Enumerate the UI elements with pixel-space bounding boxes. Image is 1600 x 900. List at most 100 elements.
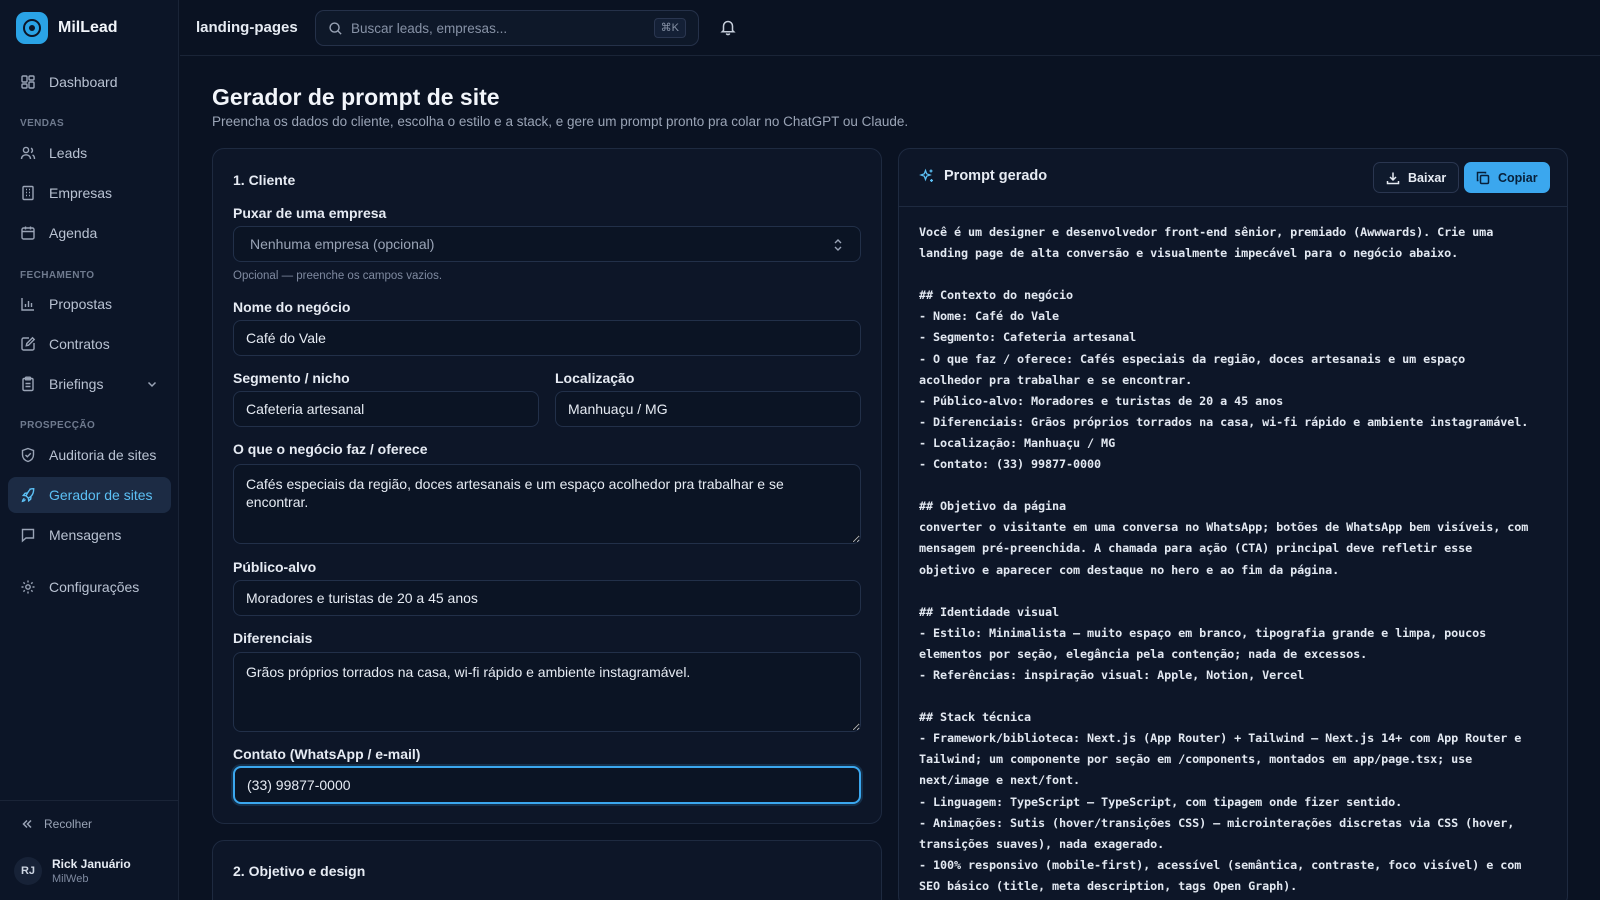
prompt-title: Prompt gerado [919, 168, 1047, 184]
audience-input[interactable] [233, 580, 861, 616]
users-icon [20, 146, 36, 160]
business-name-input[interactable] [233, 320, 861, 356]
message-icon [21, 528, 35, 543]
location-input[interactable] [555, 391, 861, 427]
prompt-line: - Linguagem: TypeScript — TypeScript, co… [919, 794, 1403, 809]
brand-logo-icon [16, 12, 48, 44]
copy-button[interactable]: Copiar [1464, 162, 1550, 193]
sidebar-item-label: Mensagens [49, 527, 122, 543]
breadcrumb[interactable]: landing-pages [196, 19, 298, 36]
edit-document-icon [21, 336, 36, 351]
prompt-line: - O que faz / oferece: Cafés especiais d… [919, 351, 1466, 366]
sidebar-item-gerador[interactable]: Gerador de sites [8, 477, 171, 513]
sidebar-footer: Recolher RJ Rick Januário MilWeb [0, 800, 179, 900]
prompt-line: landing page de alta conversão e visualm… [919, 246, 1459, 261]
prompt-line: - Framework/biblioteca: Next.js (App Rou… [919, 731, 1522, 746]
prompt-line: Tailwind; um componente por seção em /co… [919, 752, 1473, 767]
sidebar-item-empresas[interactable]: Empresas [8, 175, 171, 211]
nav-section-prospeccao: PROSPECÇÃO [20, 420, 96, 431]
sidebar: MilLead Dashboard VENDAS Leads Empresas … [0, 0, 179, 900]
company-hint: Opcional — preenche os campos vazios. [233, 270, 443, 282]
chevron-updown-icon [834, 239, 842, 251]
audience-label: Público-alvo [233, 559, 317, 575]
prompt-line [919, 264, 1559, 285]
sidebar-item-propostas[interactable]: Propostas [8, 286, 171, 322]
prompt-line: - Animações: Sutis (hover/transições CSS… [919, 815, 1515, 830]
bell-icon[interactable] [719, 18, 737, 36]
download-button[interactable]: Baixar [1373, 162, 1460, 193]
sparkles-icon [919, 168, 933, 182]
download-icon [1386, 172, 1400, 184]
prompt-line: ## Contexto do negócio [919, 288, 1074, 303]
clipboard-icon [22, 376, 34, 392]
company-select-value: Nenhuma empresa (opcional) [250, 236, 435, 252]
differentials-label: Diferenciais [233, 630, 313, 646]
search-box[interactable]: ⌘K [315, 10, 699, 46]
sidebar-item-label: Auditoria de sites [49, 447, 157, 463]
prompt-line: - Nome: Café do Vale [919, 309, 1060, 324]
company-label: Puxar de uma empresa [233, 205, 387, 221]
shortcut-badge: ⌘K [653, 18, 686, 38]
prompt-header: Prompt gerado Baixar Copiar [899, 149, 1567, 207]
prompt-line: - Referências: inspiração visual: Apple,… [919, 667, 1305, 682]
building-icon [22, 185, 34, 201]
client-form-card: 1. Cliente Puxar de uma empresa Nenhuma … [212, 148, 882, 824]
sidebar-item-briefings[interactable]: Briefings [8, 366, 171, 402]
sidebar-item-agenda[interactable]: Agenda [8, 215, 171, 251]
offer-textarea[interactable]: Cafés especiais da região, doces artesan… [233, 464, 861, 544]
sidebar-item-label: Empresas [49, 185, 113, 201]
gear-icon [21, 580, 35, 594]
sidebar-item-label: Leads [49, 145, 88, 161]
dashboard-icon [21, 75, 35, 89]
prompt-line: mensagem pré-preenchida. A chamada para … [919, 541, 1473, 556]
sidebar-item-dashboard[interactable]: Dashboard [8, 64, 171, 100]
sidebar-item-auditoria[interactable]: Auditoria de sites [8, 437, 171, 473]
chevrons-left-icon [22, 819, 32, 829]
search-icon [329, 21, 342, 35]
brand[interactable]: MilLead [16, 12, 118, 44]
location-label: Localização [555, 370, 635, 386]
prompt-line: ## Identidade visual [919, 604, 1060, 619]
sidebar-item-label: Configurações [49, 579, 140, 595]
download-label: Baixar [1408, 170, 1447, 185]
contact-input[interactable] [233, 766, 861, 804]
page-subtitle: Preencha os dados do cliente, escolha o … [212, 114, 909, 129]
prompt-line: Você é um designer e desenvolvedor front… [919, 225, 1494, 239]
objective-design-card: 2. Objetivo e design [212, 840, 882, 900]
sidebar-item-label: Agenda [49, 225, 98, 241]
prompt-line: SEO básico (title, meta description, tag… [919, 878, 1298, 893]
generated-prompt-panel: Prompt gerado Baixar Copiar Você é um de… [898, 148, 1568, 900]
prompt-text[interactable]: Você é um designer e desenvolvedor front… [919, 222, 1559, 897]
page-title: Gerador de prompt de site [212, 84, 500, 110]
user-profile[interactable]: RJ Rick Januário MilWeb [14, 857, 131, 885]
sidebar-item-configuracoes[interactable]: Configurações [8, 569, 171, 605]
sidebar-item-mensagens[interactable]: Mensagens [8, 517, 171, 553]
user-name: Rick Januário [52, 857, 131, 871]
bar-chart-icon [21, 298, 34, 311]
section-title: 1. Cliente [233, 172, 296, 188]
sidebar-item-contratos[interactable]: Contratos [8, 326, 171, 362]
prompt-line: ## Objetivo da página [919, 499, 1067, 514]
sidebar-item-label: Contratos [49, 336, 110, 352]
copy-icon [1476, 171, 1490, 184]
prompt-line: ## Stack técnica [919, 710, 1032, 725]
sidebar-item-label: Propostas [49, 296, 113, 312]
sidebar-item-leads[interactable]: Leads [8, 135, 171, 171]
prompt-line: - Segmento: Cafeteria artesanal [919, 330, 1137, 345]
collapse-button[interactable]: Recolher [20, 817, 92, 831]
nav-section-fechamento: FECHAMENTO [20, 270, 95, 281]
offer-label: O que o negócio faz / oferece [233, 441, 428, 457]
sidebar-item-label: Dashboard [49, 74, 118, 90]
contact-label: Contato (WhatsApp / e-mail) [233, 746, 421, 762]
shield-check-icon [21, 447, 35, 463]
prompt-line: transições suaves), nada exagerado. [919, 836, 1165, 851]
segment-input[interactable] [233, 391, 539, 427]
segment-label: Segmento / nicho [233, 370, 350, 386]
prompt-line: - 100% responsivo (mobile-first), acessí… [919, 857, 1522, 872]
nav-section-vendas: VENDAS [20, 118, 65, 129]
prompt-line: objetivo e aparecer com destaque no hero… [919, 562, 1340, 577]
differentials-textarea[interactable]: Grãos próprios torrados na casa, wi-fi r… [233, 652, 861, 732]
search-input[interactable] [351, 20, 641, 36]
company-select[interactable]: Nenhuma empresa (opcional) [233, 226, 861, 262]
prompt-line: acolhedor pra trabalhar e se encontrar. [919, 372, 1193, 387]
